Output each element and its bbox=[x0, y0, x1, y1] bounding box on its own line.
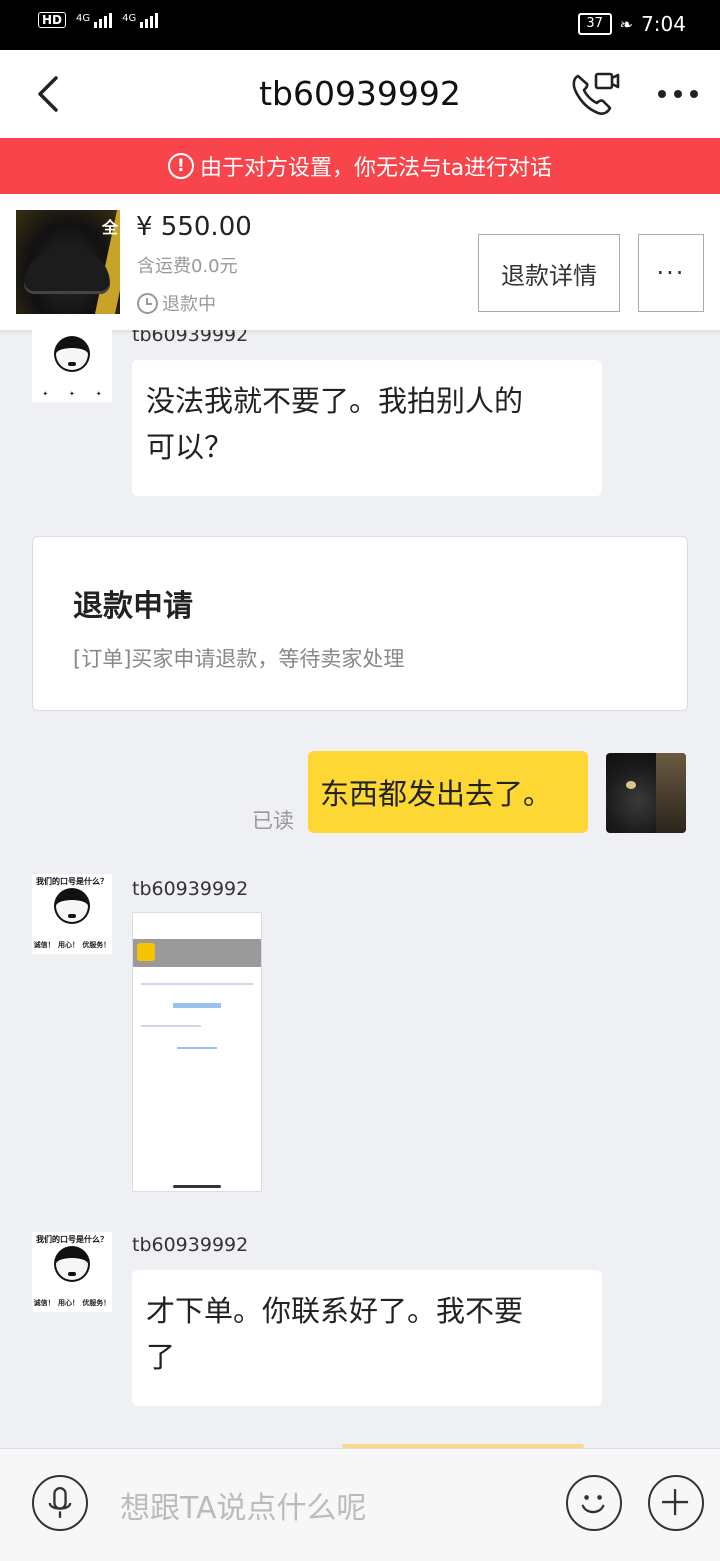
message-line-2: 可以？ bbox=[146, 430, 234, 464]
clock-icon bbox=[137, 292, 158, 314]
sender-name: tb60939992 bbox=[132, 330, 249, 346]
message-input[interactable]: 想跟TA说点什么呢 bbox=[120, 1483, 367, 1527]
network-label: 4G bbox=[76, 13, 91, 24]
message-line-2: 了 bbox=[146, 1340, 176, 1374]
sender-name: tb60939992 bbox=[132, 878, 249, 900]
sender-name: tb60939992 bbox=[132, 1234, 249, 1256]
hd-badge: HD bbox=[38, 12, 67, 28]
status-left: HD 4G 4G bbox=[38, 12, 159, 28]
message-composer: 想跟TA说点什么呢 bbox=[0, 1448, 720, 1561]
avatar-tag: 优服务！ bbox=[82, 1299, 111, 1307]
plus-icon[interactable] bbox=[648, 1475, 704, 1531]
message-line-1: 没法我就不要了。我拍别人的 bbox=[146, 384, 524, 418]
sent-message[interactable]: 东西都发出去了。 bbox=[308, 751, 588, 833]
order-status-label: 退款中 bbox=[162, 294, 216, 315]
card-title: 退款申请 bbox=[73, 589, 193, 624]
refund-details-button[interactable]: 退款详情 bbox=[478, 234, 620, 312]
microphone-icon[interactable] bbox=[32, 1475, 88, 1531]
card-subtitle: [订单]买家申请退款，等待卖家处理 bbox=[73, 647, 405, 671]
seller-avatar[interactable]: 我们的口号是什么？ 诚信！ 用心！ 优服务！ bbox=[32, 874, 112, 954]
message-line-1: 才下单。你联系好了。我不要 bbox=[146, 1294, 524, 1328]
my-avatar[interactable] bbox=[606, 753, 686, 833]
thumbnail-corner-text: 全 bbox=[101, 218, 118, 237]
product-thumbnail[interactable]: 全 bbox=[16, 210, 120, 314]
emoji-icon[interactable] bbox=[566, 1475, 622, 1531]
shipping-fee: 含运费0.0元 bbox=[137, 256, 238, 277]
battery-icon: 37 bbox=[577, 13, 612, 35]
order-summary: 全 ¥ 550.00 含运费0.0元 退款中 退款详情 ··· bbox=[0, 194, 720, 330]
status-bar: HD 4G 4G 37 ❧ 7:04 bbox=[0, 0, 720, 50]
order-more-button[interactable]: ··· bbox=[638, 234, 704, 312]
video-call-icon[interactable] bbox=[566, 66, 622, 122]
read-receipt: 已读 bbox=[252, 809, 294, 833]
signal-icon-2: 4G bbox=[122, 13, 159, 28]
received-message[interactable]: 才下单。你联系好了。我不要 了 bbox=[132, 1270, 602, 1406]
banner-text: 由于对方设置，你无法与ta进行对话 bbox=[199, 156, 553, 181]
restriction-banner: ! 由于对方设置，你无法与ta进行对话 bbox=[0, 138, 720, 194]
seller-avatar[interactable]: ✦ ✦ ✦ bbox=[32, 330, 112, 402]
chat-messages[interactable]: ✦ ✦ ✦ tb60939992 没法我就不要了。我拍别人的 可以？ 退款申请 [订… bbox=[0, 330, 720, 1448]
chat-header: tb60939992 bbox=[0, 50, 720, 138]
more-dots-icon[interactable] bbox=[652, 76, 704, 112]
avatar-tag: 诚信！ bbox=[33, 1299, 55, 1307]
avatar-caption: 我们的口号是什么？ bbox=[36, 1235, 108, 1244]
network-label-2: 4G bbox=[122, 13, 137, 24]
product-price: ¥ 550.00 bbox=[136, 212, 252, 242]
avatar-caption: 我们的口号是什么？ bbox=[36, 877, 108, 886]
received-message[interactable]: 没法我就不要了。我拍别人的 可以？ bbox=[132, 360, 602, 496]
avatar-tag: 用心！ bbox=[57, 941, 79, 949]
status-right: 37 ❧ 7:04 bbox=[577, 12, 686, 36]
seller-avatar[interactable]: 我们的口号是什么？ 诚信！ 用心！ 优服务！ bbox=[32, 1232, 112, 1312]
avatar-tag: 用心！ bbox=[57, 1299, 79, 1307]
order-status: 退款中 bbox=[137, 290, 216, 316]
clock-time: 7:04 bbox=[641, 12, 686, 36]
avatar-tag: 优服务！ bbox=[82, 941, 111, 949]
signal-icon: 4G bbox=[76, 13, 113, 28]
warning-icon: ! bbox=[167, 153, 194, 179]
screenshot-image-message[interactable] bbox=[132, 912, 262, 1192]
leaf-icon: ❧ bbox=[619, 14, 634, 34]
avatar-tag: 诚信！ bbox=[33, 941, 55, 949]
refund-request-card[interactable]: 退款申请 [订单]买家申请退款，等待卖家处理 bbox=[32, 536, 688, 711]
